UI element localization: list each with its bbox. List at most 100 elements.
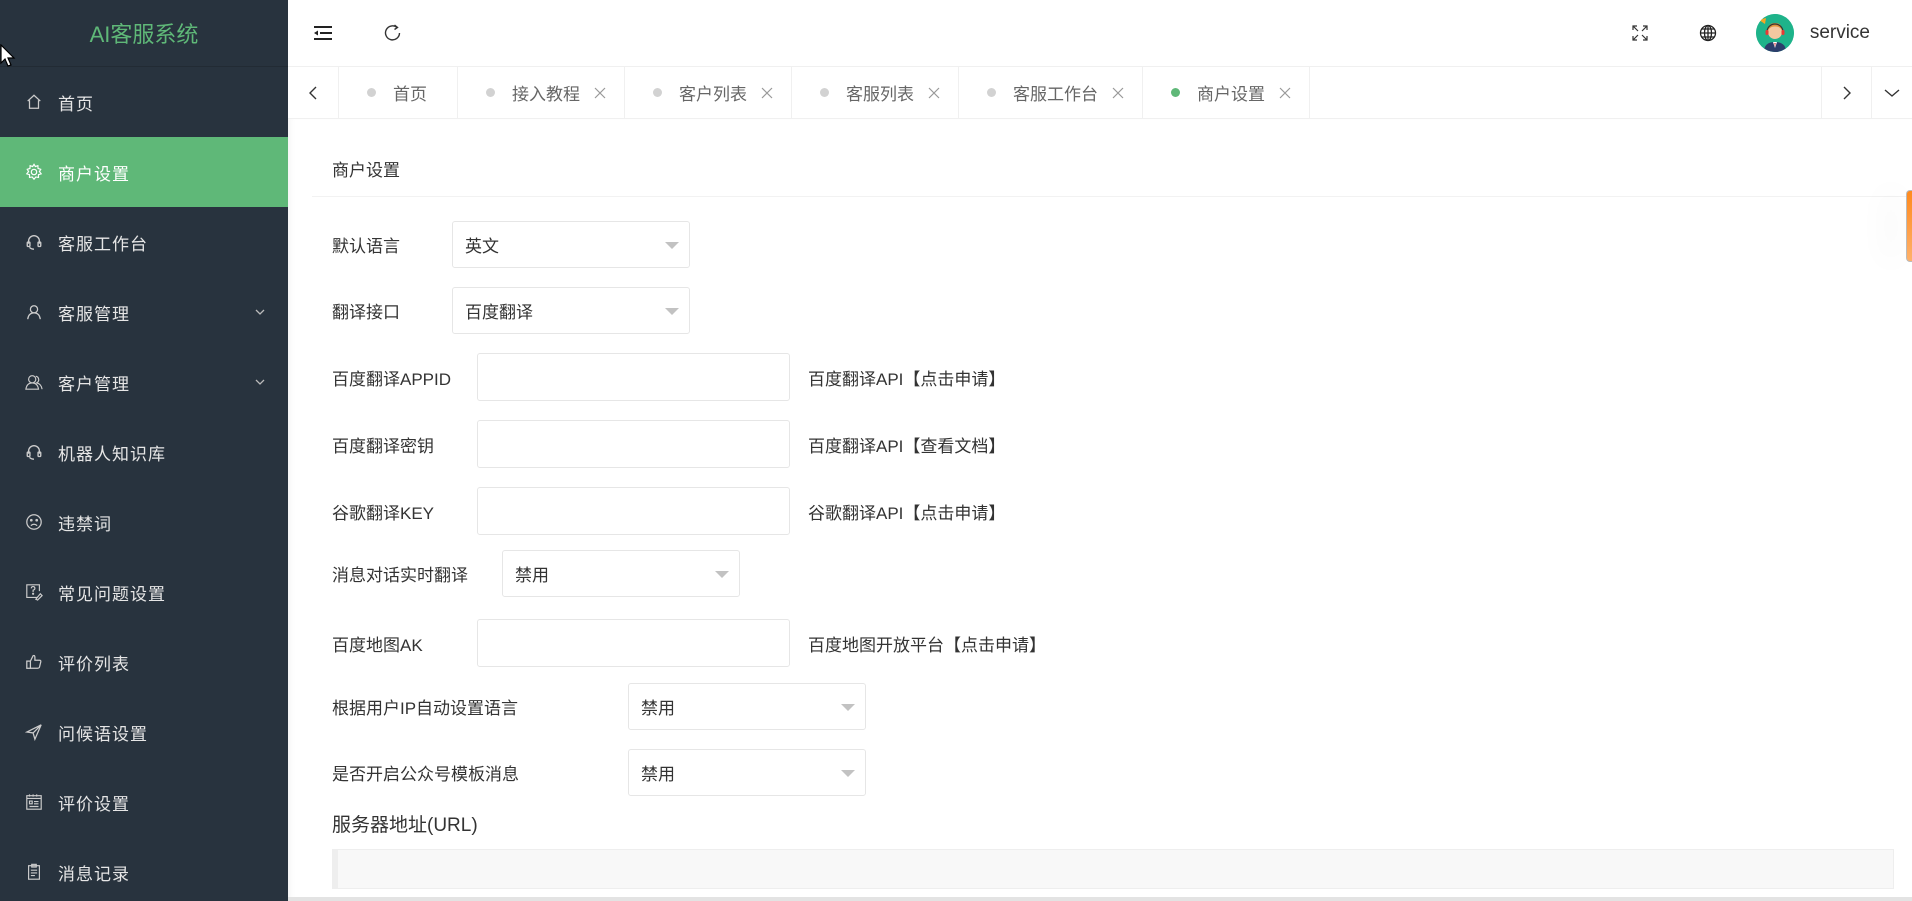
close-icon[interactable] (1112, 87, 1124, 99)
sidebar-item-banned-words[interactable]: 违禁词 (0, 487, 288, 557)
dropdown-arrow-icon (841, 770, 855, 777)
home-icon (24, 92, 44, 112)
tab-integration-tutorial[interactable]: 接入教程 (458, 67, 625, 118)
globe-icon (1699, 24, 1716, 42)
send-icon (24, 722, 44, 742)
default-language-select[interactable]: 英文 (452, 221, 690, 268)
username: service (1809, 22, 1870, 43)
select-value: 英文 (465, 237, 499, 256)
baidu-map-ak-input[interactable] (477, 619, 790, 667)
menu-fold-icon (314, 26, 332, 40)
sidebar-item-label: 消息记录 (58, 864, 130, 884)
baidu-map-apply-link[interactable]: 百度地图开放平台【点击申请】 (808, 631, 1046, 656)
sidebar-item-robot-knowledge-base[interactable]: 机器人知识库 (0, 417, 288, 487)
tab-status-dot (987, 88, 996, 97)
tab-merchant-settings[interactable]: 商户设置 (1143, 67, 1310, 118)
sidebar-item-merchant-settings[interactable]: 商户设置 (0, 137, 288, 207)
baidu-appid-apply-link[interactable]: 百度翻译API【点击申请】 (808, 365, 1005, 390)
chevron-down-icon (1884, 88, 1900, 97)
app-logo[interactable]: AI客服系统 (0, 0, 288, 67)
header-right-actions: service (1606, 0, 1912, 67)
sidebar-item-rating-settings[interactable]: 评价设置 (0, 767, 288, 837)
form-row-ip-auto-language: 根据用户IP自动设置语言 禁用 (332, 683, 1912, 730)
sidebar-toggle-button[interactable] (288, 0, 358, 67)
page-tabs-bar: 首页 接入教程 客户列表 客服列表 客服工作台 商户设置 (288, 67, 1912, 119)
dropdown-arrow-icon (665, 308, 679, 315)
sidebar-item-agent-management[interactable]: 客服管理 (0, 277, 288, 347)
tab-status-dot (367, 88, 376, 97)
sidebar-item-rating-list[interactable]: 评价列表 (0, 627, 288, 697)
sidebar-item-faq-settings[interactable]: 常见问题设置 (0, 557, 288, 627)
form-row-baidu-appid: 百度翻译APPID 百度翻译API【点击申请】 (332, 353, 1912, 401)
dropdown-arrow-icon (715, 571, 729, 578)
ip-auto-language-select[interactable]: 禁用 (628, 683, 866, 730)
google-apply-link[interactable]: 谷歌翻译API【点击申请】 (808, 499, 1005, 524)
form-row-realtime-translate: 消息对话实时翻译 禁用 (332, 550, 1912, 597)
google-key-label: 谷歌翻译KEY (332, 503, 435, 523)
tab-agent-workbench[interactable]: 客服工作台 (959, 67, 1143, 118)
server-url-field[interactable] (332, 849, 1894, 889)
translate-api-select[interactable]: 百度翻译 (452, 287, 690, 334)
sidebar-item-label: 客服工作台 (58, 234, 148, 254)
fullscreen-button[interactable] (1606, 0, 1674, 67)
calendar-icon (24, 792, 44, 812)
translate-api-label: 翻译接口 (332, 303, 400, 322)
sidebar-item-label: 首页 (58, 94, 94, 114)
sidebar-item-label: 商户设置 (58, 164, 130, 184)
horizontal-scrollbar[interactable] (288, 897, 1912, 901)
fullscreen-icon (1632, 25, 1648, 41)
tabs-scroll-left-button[interactable] (288, 67, 339, 118)
baidu-appid-input[interactable] (477, 353, 790, 401)
close-icon[interactable] (761, 87, 773, 99)
wechat-template-select[interactable]: 禁用 (628, 749, 866, 796)
sidebar-item-label: 客服管理 (58, 304, 130, 324)
google-key-input[interactable] (477, 487, 790, 535)
sidebar-menu: 首页 商户设置 客服工作台 客服管理 客户管理 机器人知识库 违禁词 常见问题设… (0, 67, 288, 901)
clipboard-icon (24, 862, 44, 882)
baidu-docs-link[interactable]: 百度翻译API【查看文档】 (808, 432, 1005, 457)
sidebar-item-home[interactable]: 首页 (0, 67, 288, 137)
sidebar-item-customer-management[interactable]: 客户管理 (0, 347, 288, 417)
select-value: 禁用 (641, 765, 675, 784)
realtime-translate-select[interactable]: 禁用 (502, 550, 740, 597)
chevron-right-icon (1843, 86, 1851, 99)
form-row-baidu-secret: 百度翻译密钥 百度翻译API【查看文档】 (332, 420, 1912, 468)
sidebar-item-label: 违禁词 (58, 514, 112, 534)
tabs-right-controls (1821, 67, 1912, 118)
avatar (1755, 14, 1794, 52)
default-language-label: 默认语言 (332, 237, 400, 256)
card-title: 商户设置 (312, 145, 1912, 197)
thumbs-up-icon (24, 652, 44, 672)
dropdown-arrow-icon (665, 242, 679, 249)
chevron-down-icon (255, 379, 265, 385)
tab-agent-list[interactable]: 客服列表 (792, 67, 959, 118)
baidu-secret-input[interactable] (477, 420, 790, 468)
sidebar-item-greeting-settings[interactable]: 问候语设置 (0, 697, 288, 767)
close-icon[interactable] (594, 87, 606, 99)
tab-label: 接入教程 (512, 85, 580, 104)
tab-label: 商户设置 (1197, 85, 1265, 104)
tabs-scroll-right-button[interactable] (1821, 67, 1871, 118)
baidu-map-ak-label: 百度地图AK (332, 635, 423, 655)
tab-home[interactable]: 首页 (339, 67, 458, 118)
tabs-options-dropdown-button[interactable] (1871, 67, 1912, 118)
tab-status-dot (1171, 88, 1180, 97)
sidebar-item-label: 问候语设置 (58, 724, 148, 744)
user-menu[interactable]: service (1742, 0, 1912, 67)
select-value: 百度翻译 (465, 303, 533, 322)
sidebar-item-label: 机器人知识库 (58, 444, 166, 464)
wechat-template-label: 是否开启公众号模板消息 (332, 765, 519, 784)
sidebar-item-label: 评价设置 (58, 794, 130, 814)
tab-label: 客户列表 (679, 85, 747, 104)
chevron-left-icon (309, 86, 317, 99)
sidebar-item-message-records[interactable]: 消息记录 (0, 837, 288, 901)
refresh-button[interactable] (358, 0, 428, 67)
close-icon[interactable] (1279, 87, 1291, 99)
close-icon[interactable] (928, 87, 940, 99)
form-row-translate-api: 翻译接口 百度翻译 (332, 287, 1912, 334)
merchant-settings-card: 商户设置 默认语言 英文 翻译接口 百度翻译 百度翻译APPID 百度翻译API… (312, 145, 1912, 901)
language-button[interactable] (1674, 0, 1742, 67)
sidebar-item-agent-workbench[interactable]: 客服工作台 (0, 207, 288, 277)
tab-customer-list[interactable]: 客户列表 (625, 67, 792, 118)
floating-side-tab[interactable] (1906, 190, 1912, 262)
